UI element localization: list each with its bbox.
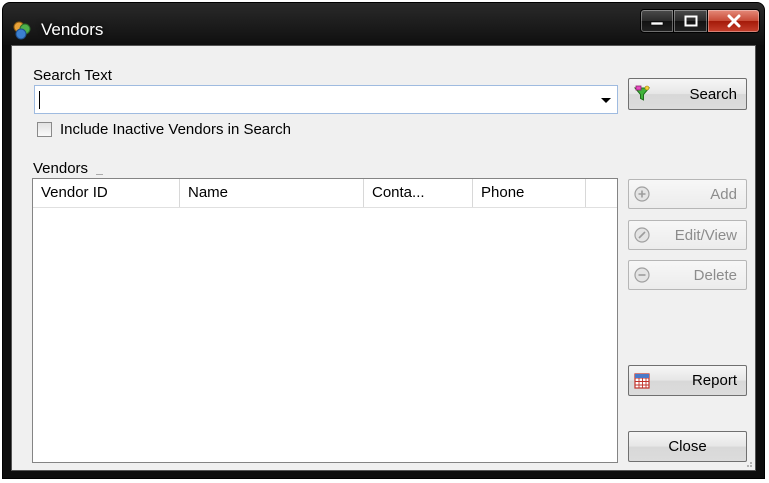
minimize-icon <box>650 21 664 26</box>
edit-pencil-circle-icon <box>634 227 650 243</box>
close-button-label: Close <box>668 438 707 455</box>
dropdown-arrow-icon[interactable] <box>601 98 611 103</box>
vendors-window: Vendors Search Text Search Include Inact… <box>2 2 765 479</box>
close-x-icon <box>727 14 740 28</box>
close-window-button[interactable] <box>708 9 760 33</box>
include-inactive-checkbox[interactable] <box>37 122 52 137</box>
vendors-app-icon <box>13 21 31 40</box>
add-button-label: Add <box>710 185 737 203</box>
search-button-label: Search <box>689 85 737 103</box>
report-grid-icon <box>634 372 650 389</box>
maximize-icon <box>684 15 697 27</box>
delete-button-label: Delete <box>693 266 737 284</box>
column-header-filler <box>586 179 617 207</box>
title-bar[interactable]: Vendors <box>3 3 764 45</box>
delete-button[interactable]: Delete <box>628 260 747 290</box>
vendors-group-label: Vendors <box>33 160 89 177</box>
plus-circle-icon <box>634 186 650 202</box>
funnel-filter-icon <box>633 85 651 101</box>
column-header-contact[interactable]: Conta... <box>364 179 473 207</box>
report-button-label: Report <box>691 372 737 389</box>
search-input[interactable] <box>37 88 589 111</box>
edit-view-button-label: Edit/View <box>674 226 737 244</box>
close-button[interactable]: Close <box>628 431 747 462</box>
resize-grip-icon[interactable] <box>743 458 753 468</box>
window-title: Vendors <box>41 20 104 39</box>
column-header-phone[interactable]: Phone <box>473 179 586 207</box>
dialog-client-area: Search Text Search Include Inactive Vend… <box>11 45 756 471</box>
report-button[interactable]: Report <box>628 365 747 396</box>
search-button[interactable]: Search <box>628 78 747 110</box>
table-header: Vendor ID Name Conta... Phone <box>33 179 617 208</box>
vendors-table[interactable]: Vendor ID Name Conta... Phone <box>32 178 618 463</box>
minimize-button[interactable] <box>640 9 674 33</box>
text-caret <box>39 91 40 109</box>
minus-circle-icon <box>634 267 650 283</box>
group-separator <box>96 174 103 175</box>
include-inactive-label[interactable]: Include Inactive Vendors in Search <box>60 121 291 138</box>
search-combobox[interactable] <box>34 85 618 114</box>
column-header-vendor-id[interactable]: Vendor ID <box>33 179 180 207</box>
edit-view-button[interactable]: Edit/View <box>628 220 747 250</box>
add-button[interactable]: Add <box>628 179 747 209</box>
maximize-button[interactable] <box>674 9 708 33</box>
caption-buttons <box>640 9 760 33</box>
search-text-label: Search Text <box>33 67 112 84</box>
column-header-name[interactable]: Name <box>180 179 364 207</box>
